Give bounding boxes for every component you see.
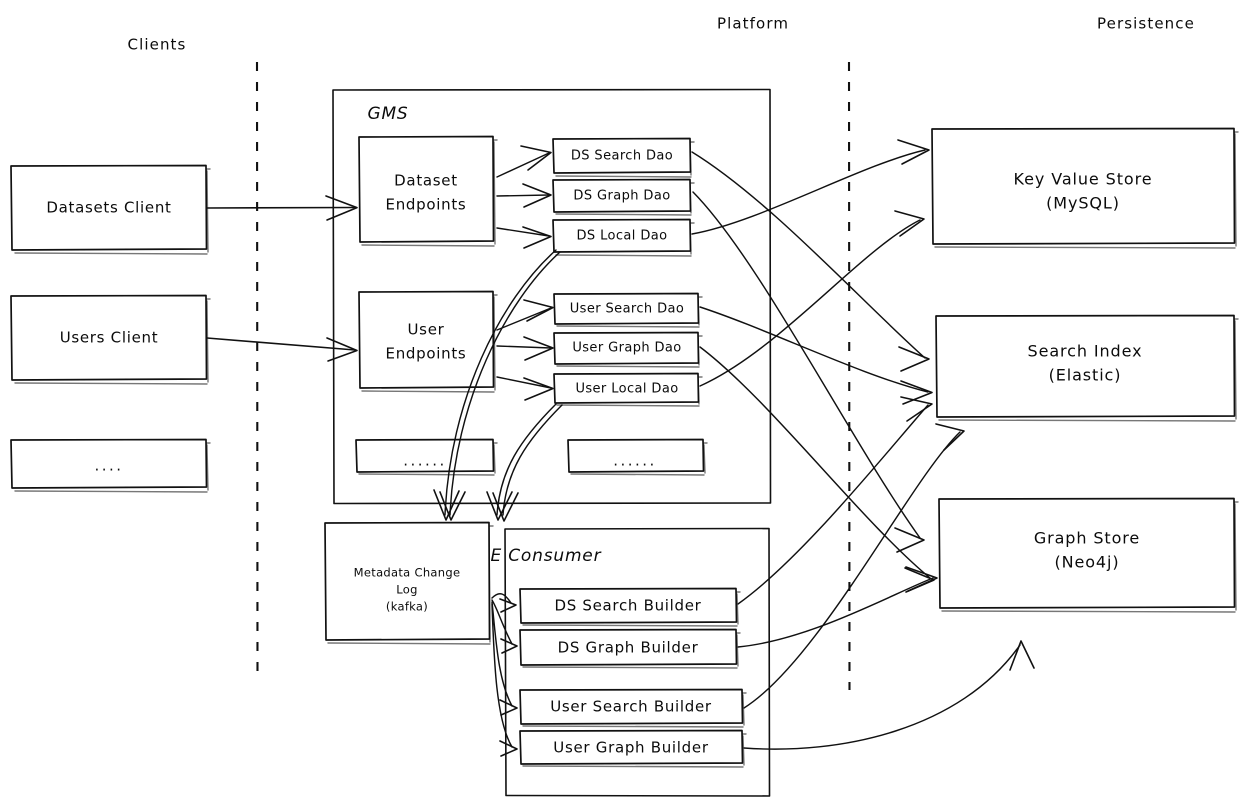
client-label-datasets: Datasets Client xyxy=(46,199,171,217)
divider-platform-persistence xyxy=(847,61,851,691)
mcl-label-line2: Log xyxy=(396,583,417,597)
placeholder-box-endpoints[interactable]: ...... xyxy=(355,438,498,476)
builder-label-user-search: User Search Builder xyxy=(550,698,712,716)
builder-box-user-search[interactable]: User Search Builder xyxy=(519,688,747,728)
store-label-key-value-l2: (MySQL) xyxy=(1046,194,1120,213)
dao-label-user-search: User Search Dao xyxy=(570,302,685,317)
store-label-graph-store-l2: (Neo4j) xyxy=(1054,553,1119,572)
divider-clients-platform xyxy=(255,61,259,683)
endpoint-label-user-l2: Endpoints xyxy=(386,345,467,363)
connection-user-endpoints-to-user-graph-dao xyxy=(496,336,554,361)
connection-datasets-client-to-dataset-endpoints xyxy=(206,195,358,221)
column-label-platform: Platform xyxy=(717,15,789,33)
endpoint-label-user-l1: User xyxy=(408,321,445,339)
endpoint-box-user[interactable]: User Endpoints xyxy=(358,290,498,393)
endpoint-box-dataset[interactable]: Dataset Endpoints xyxy=(358,135,498,247)
architecture-diagram-canvas: Clients Platform Persistence GMS MAE Con… xyxy=(0,0,1252,800)
client-label-users: Users Client xyxy=(60,329,159,347)
placeholder-label-endpoints: ...... xyxy=(403,452,447,470)
builder-box-ds-search[interactable]: DS Search Builder xyxy=(519,587,741,627)
store-label-search-index-l2: (Elastic) xyxy=(1049,366,1122,385)
store-label-search-index-l1: Search Index xyxy=(1028,342,1143,361)
connection-ds-search-builder-to-search-index xyxy=(737,396,933,605)
store-box-search-index[interactable]: Search Index (Elastic) xyxy=(935,314,1239,422)
connection-dataset-endpoints-to-ds-local-dao xyxy=(496,226,552,249)
client-label-more: .... xyxy=(94,457,123,475)
endpoint-label-dataset-l2: Endpoints xyxy=(386,196,467,214)
column-label-clients: Clients xyxy=(128,36,187,54)
client-box-datasets[interactable]: Datasets Client xyxy=(10,164,211,255)
dao-box-user-graph[interactable]: User Graph Dao xyxy=(553,331,703,368)
connection-dataset-endpoints-to-ds-search-dao xyxy=(496,145,552,178)
mcl-label-line1: Metadata Change xyxy=(354,566,461,580)
builder-label-ds-graph: DS Graph Builder xyxy=(558,639,699,657)
connection-mcl-to-ds-search-builder xyxy=(491,592,517,613)
dao-label-user-local: User Local Dao xyxy=(575,382,678,397)
column-label-persistence: Persistence xyxy=(1097,15,1195,33)
metadata-change-log-box[interactable]: Metadata Change Log (kafka) xyxy=(324,521,494,645)
dao-label-ds-search: DS Search Dao xyxy=(571,149,673,164)
dao-box-user-search[interactable]: User Search Dao xyxy=(553,292,703,328)
gms-title: GMS xyxy=(367,104,408,124)
builder-box-user-graph[interactable]: User Graph Builder xyxy=(519,729,747,768)
store-box-key-value[interactable]: Key Value Store (MySQL) xyxy=(931,127,1239,249)
dao-box-ds-local[interactable]: DS Local Dao xyxy=(552,218,695,257)
connection-user-graph-builder-to-graph-store xyxy=(743,640,1035,750)
store-label-key-value-l1: Key Value Store xyxy=(1014,170,1153,189)
connection-user-search-builder-to-search-index xyxy=(743,423,965,709)
client-box-users[interactable]: Users Client xyxy=(10,294,211,385)
builder-label-user-graph: User Graph Builder xyxy=(553,739,709,757)
connection-user-endpoints-to-user-search-dao xyxy=(496,299,554,331)
builder-box-ds-graph[interactable]: DS Graph Builder xyxy=(519,628,741,669)
client-box-more[interactable]: .... xyxy=(10,438,211,493)
diagram-svg: Clients Platform Persistence GMS MAE Con… xyxy=(10,15,1239,797)
placeholder-box-daos[interactable]: ...... xyxy=(567,438,708,476)
placeholder-label-daos: ...... xyxy=(613,452,657,470)
connection-user-local-dao-to-key-value-store xyxy=(699,210,925,387)
connection-user-endpoints-to-user-local-dao xyxy=(496,376,554,401)
dao-label-ds-local: DS Local Dao xyxy=(577,229,668,244)
dao-label-ds-graph: DS Graph Dao xyxy=(573,189,670,204)
dao-label-user-graph: User Graph Dao xyxy=(572,341,681,356)
store-label-graph-store-l1: Graph Store xyxy=(1034,529,1140,548)
endpoint-label-dataset-l1: Dataset xyxy=(394,172,458,190)
connection-users-client-to-user-endpoints xyxy=(206,337,358,362)
connection-ds-local-dao-to-key-value-store xyxy=(691,139,930,235)
builder-label-ds-search: DS Search Builder xyxy=(554,597,701,615)
dao-box-ds-search[interactable]: DS Search Dao xyxy=(552,137,695,178)
connection-mcl-to-user-search-builder xyxy=(491,601,518,716)
connection-ds-search-dao-to-search-index xyxy=(691,151,930,372)
dao-box-ds-graph[interactable]: DS Graph Dao xyxy=(552,178,695,216)
mcl-label-line3: (kafka) xyxy=(386,600,428,614)
dao-box-user-local[interactable]: User Local Dao xyxy=(553,372,703,407)
store-box-graph-store[interactable]: Graph Store (Neo4j) xyxy=(938,497,1239,613)
connection-dataset-endpoints-to-ds-graph-dao xyxy=(496,183,552,208)
connection-user-search-dao-to-search-index xyxy=(699,306,933,405)
